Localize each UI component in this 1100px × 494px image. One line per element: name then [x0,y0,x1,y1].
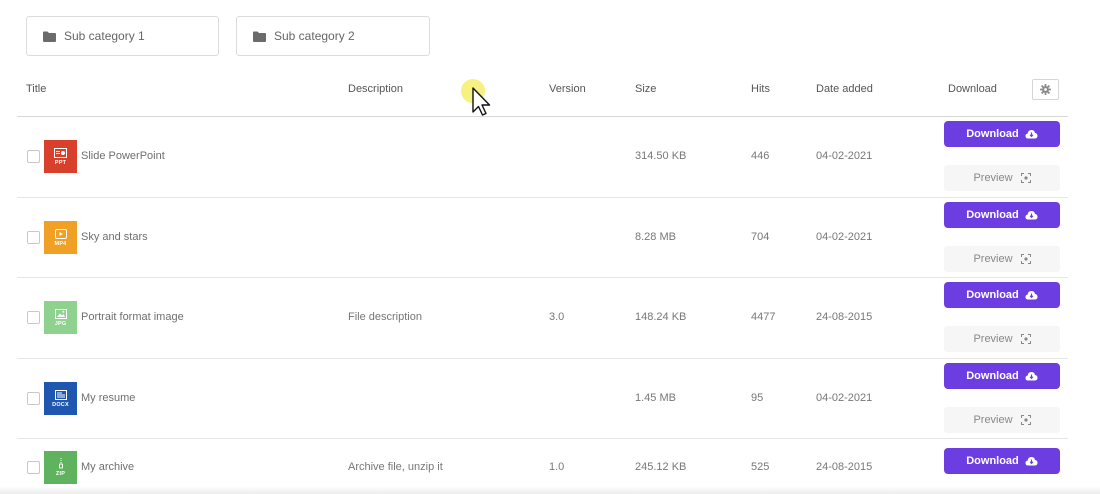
file-date-added: 04-02-2021 [816,150,873,162]
header-divider [17,116,1068,117]
column-header-description[interactable]: Description [348,83,403,95]
file-description: File description [348,311,422,323]
download-button-label: Download [966,289,1019,301]
row-divider [17,438,1068,439]
download-button[interactable]: Download [944,202,1060,228]
preview-button[interactable]: Preview [944,165,1060,191]
preview-scan-icon [1020,334,1031,344]
column-header-title[interactable]: Title [26,83,46,95]
subcategory-2-button[interactable]: Sub category 2 [236,16,430,56]
file-version: 3.0 [549,311,565,323]
preview-scan-icon [1020,415,1031,425]
download-button[interactable]: Download [944,448,1060,474]
download-button[interactable]: Download [944,282,1060,308]
preview-scan-icon [1020,254,1031,264]
preview-button[interactable]: Preview [944,326,1060,352]
download-button-label: Download [966,370,1019,382]
file-description: Archive file, unzip it [348,461,443,473]
file-date-added: 04-02-2021 [816,392,873,404]
gear-icon [1040,84,1051,95]
cloud-download-icon [1025,211,1038,220]
file-date-added: 04-02-2021 [816,231,873,243]
row-checkbox[interactable] [27,461,40,474]
preview-button-label: Preview [973,253,1013,265]
download-button-label: Download [966,128,1019,140]
download-button[interactable]: Download [944,121,1060,147]
row-checkbox[interactable] [27,150,40,163]
cloud-download-icon [1025,130,1038,139]
folder-icon [253,31,266,42]
row-divider [17,197,1068,198]
download-button[interactable]: Download [944,363,1060,389]
preview-button-label: Preview [973,333,1013,345]
cloud-download-icon [1025,291,1038,300]
file-title[interactable]: My resume [81,392,135,404]
file-date-added: 24-08-2015 [816,311,873,323]
file-size: 148.24 KB [635,311,687,323]
file-type-jpg-icon: JPG [44,301,77,334]
file-version: 1.0 [549,461,565,473]
file-hits: 704 [751,231,770,243]
column-header-download: Download [948,83,997,95]
row-checkbox[interactable] [27,311,40,324]
row-checkbox[interactable] [27,392,40,405]
file-title[interactable]: Portrait format image [81,311,184,323]
file-type-docx-icon: DOCX [44,382,77,415]
file-title[interactable]: Sky and stars [81,231,148,243]
download-button-label: Download [966,455,1019,467]
file-title[interactable]: Slide PowerPoint [81,150,165,162]
file-hits: 95 [751,392,764,404]
file-hits: 525 [751,461,770,473]
file-size: 1.45 MB [635,392,676,404]
file-size: 314.50 KB [635,150,687,162]
file-hits: 4477 [751,311,776,323]
subcategory-1-label: Sub category 1 [64,29,145,43]
row-checkbox[interactable] [27,231,40,244]
subcategory-2-label: Sub category 2 [274,29,355,43]
column-header-version[interactable]: Version [549,83,586,95]
preview-button-label: Preview [973,172,1013,184]
mouse-cursor [460,78,494,125]
preview-button-label: Preview [973,414,1013,426]
column-header-size[interactable]: Size [635,83,656,95]
bottom-edge-shadow [0,486,1100,494]
file-type-ppt-icon: PPT [44,140,77,173]
preview-button[interactable]: Preview [944,407,1060,433]
file-size: 245.12 KB [635,461,687,473]
row-divider [17,358,1068,359]
file-hits: 446 [751,150,770,162]
file-type-mp4-icon: MP4 [44,221,77,254]
download-button-label: Download [966,209,1019,221]
folder-icon [43,31,56,42]
column-header-hits[interactable]: Hits [751,83,770,95]
cloud-download-icon [1025,372,1038,381]
column-header-date-added[interactable]: Date added [816,83,873,95]
file-date-added: 24-08-2015 [816,461,873,473]
row-divider [17,277,1068,278]
settings-button[interactable] [1032,79,1059,100]
cloud-download-icon [1025,457,1038,466]
file-size: 8.28 MB [635,231,676,243]
file-title[interactable]: My archive [81,461,134,473]
subcategory-1-button[interactable]: Sub category 1 [26,16,219,56]
file-type-zip-icon: ZIP [44,451,77,484]
preview-button[interactable]: Preview [944,246,1060,272]
preview-scan-icon [1020,173,1031,183]
